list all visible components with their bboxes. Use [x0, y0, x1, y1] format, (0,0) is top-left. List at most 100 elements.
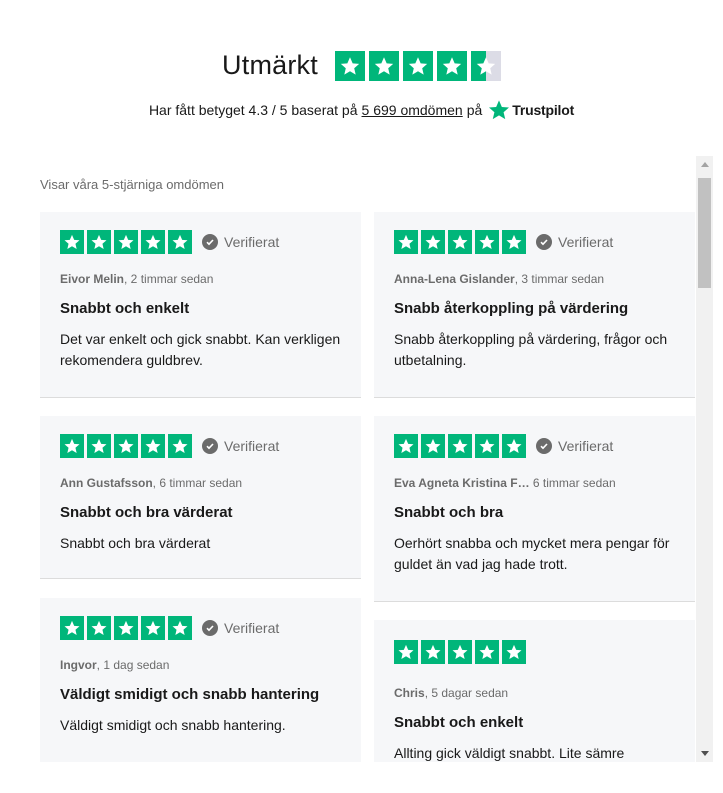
trustpilot-brand-text: Trustpilot [512, 102, 575, 118]
verified-label: Verifierat [224, 234, 280, 250]
review-meta: Chris, 5 dagar sedan [394, 686, 675, 700]
review-body: Allting gick väldigt snabbt. Lite sämre [394, 745, 625, 761]
review-title: Snabbt och enkelt [394, 714, 524, 731]
star-icon [448, 640, 472, 664]
review-card[interactable]: Chris, 5 dagar sedan Snabbt och enkelt A… [374, 620, 695, 762]
review-meta: Eva Agneta Kristina F… 6 timmar sedan [394, 476, 675, 490]
review-time: , 1 dag sedan [96, 658, 170, 672]
scroll-up-arrow-icon[interactable] [696, 156, 713, 173]
rating-summary-text: Har fått betyget 4.3 / 5 baserat på [148, 102, 358, 118]
review-meta: Anna-Lena Gislander, 3 timmar sedan [394, 272, 675, 286]
verified-label: Verifierat [224, 438, 280, 454]
rating-title: Utmärkt [222, 50, 318, 80]
star-icon [421, 434, 445, 458]
star-icon [502, 434, 526, 458]
trustpilot-star-icon [489, 100, 510, 120]
star-icon [394, 640, 418, 664]
review-star-rating [394, 640, 529, 664]
star-icon [394, 434, 418, 458]
star-icon [141, 434, 165, 458]
star-icon [60, 616, 84, 640]
review-stars-row: Verifierat [394, 434, 675, 458]
verified-check-icon [202, 438, 218, 454]
review-star-rating [60, 230, 195, 254]
verified-check-icon [202, 234, 218, 250]
star-icon [114, 230, 138, 254]
star-icon [436, 50, 467, 81]
reviews-scroll-area[interactable]: Visar våra 5-stjärniga omdömen Verifiera… [40, 156, 713, 762]
review-star-rating [394, 230, 529, 254]
verified-badge: Verifierat [202, 234, 279, 250]
review-author: Eva Agneta Kristina F… [394, 476, 530, 490]
scrollbar-thumb[interactable] [698, 178, 711, 288]
star-icon [334, 50, 365, 81]
review-author: Ingvor [60, 658, 97, 672]
star-icon [475, 230, 499, 254]
review-stars-row: Verifierat [60, 616, 341, 640]
star-icon [448, 434, 472, 458]
review-author: Eivor Melin [60, 272, 125, 286]
star-icon [141, 230, 165, 254]
review-star-rating [60, 434, 195, 458]
review-stars-row: Verifierat [394, 230, 675, 254]
review-author: Anna-Lena Gislander [394, 272, 515, 286]
star-icon [87, 434, 111, 458]
vertical-scrollbar[interactable] [696, 156, 713, 762]
review-card[interactable]: Verifierat Eivor Melin, 2 timmar sedan S… [40, 212, 361, 398]
reviews-filter-label: Visar våra 5-stjärniga omdömen [40, 177, 225, 192]
review-card[interactable]: Verifierat Anna-Lena Gislander, 3 timmar… [374, 212, 695, 398]
star-icon [394, 230, 418, 254]
star-icon [168, 616, 192, 640]
verified-label: Verifierat [224, 620, 280, 636]
star-icon [60, 230, 84, 254]
review-body: Snabbt och bra värderat [60, 535, 211, 551]
verified-badge: Verifierat [202, 438, 279, 454]
review-meta: Ingvor, 1 dag sedan [60, 658, 341, 672]
review-body: Oerhört snabba och mycket mera pengar fö… [394, 535, 670, 572]
review-card[interactable]: Verifierat Ann Gustafsson, 6 timmar seda… [40, 416, 361, 579]
star-icon [87, 230, 111, 254]
review-meta: Ann Gustafsson, 6 timmar sedan [60, 476, 341, 490]
review-author: Chris [394, 686, 425, 700]
rating-title-row: Utmärkt [0, 50, 723, 81]
review-stars-row: Verifierat [60, 230, 341, 254]
star-icon [502, 640, 526, 664]
half-star-icon [470, 50, 501, 81]
verified-check-icon [202, 620, 218, 636]
star-icon [402, 50, 433, 81]
star-icon [168, 230, 192, 254]
review-title: Snabbt och enkelt [60, 300, 190, 317]
verified-check-icon [536, 234, 552, 250]
verified-label: Verifierat [558, 234, 614, 250]
star-icon [421, 640, 445, 664]
review-time: , 5 dagar sedan [424, 686, 509, 700]
star-icon [114, 434, 138, 458]
review-title: Väldigt smidigt och snabb hantering [60, 686, 320, 703]
review-card[interactable]: Verifierat Eva Agneta Kristina F… 6 timm… [374, 416, 695, 602]
rating-summary: Har fått betyget 4.3 / 5 baserat på 5 69… [0, 99, 723, 121]
review-card[interactable]: Verifierat Ingvor, 1 dag sedan Väldigt s… [40, 598, 361, 762]
review-author: Ann Gustafsson [60, 476, 153, 490]
star-icon [141, 616, 165, 640]
verified-badge: Verifierat [536, 438, 613, 454]
star-icon [475, 640, 499, 664]
star-icon [421, 230, 445, 254]
star-icon [448, 230, 472, 254]
star-icon [168, 434, 192, 458]
review-time: , 3 timmar sedan [514, 272, 605, 286]
verified-badge: Verifierat [202, 620, 279, 636]
trustpilot-logo[interactable]: Trustpilot [488, 99, 574, 121]
star-icon [114, 616, 138, 640]
star-icon [502, 230, 526, 254]
review-title: Snabbt och bra värderat [60, 504, 233, 521]
review-time: , 2 timmar sedan [124, 272, 214, 286]
review-time: , 6 timmar sedan [152, 476, 243, 490]
scroll-down-arrow-icon[interactable] [696, 745, 713, 762]
review-meta: Eivor Melin, 2 timmar sedan [60, 272, 341, 286]
review-star-rating [60, 616, 195, 640]
verified-badge: Verifierat [536, 234, 613, 250]
star-icon [475, 434, 499, 458]
review-body: Det var enkelt och gick snabbt. Kan verk… [60, 331, 341, 368]
review-count-link[interactable]: 5 699 omdömen [362, 102, 463, 118]
review-title: Snabb återkoppling på värdering [394, 300, 629, 317]
